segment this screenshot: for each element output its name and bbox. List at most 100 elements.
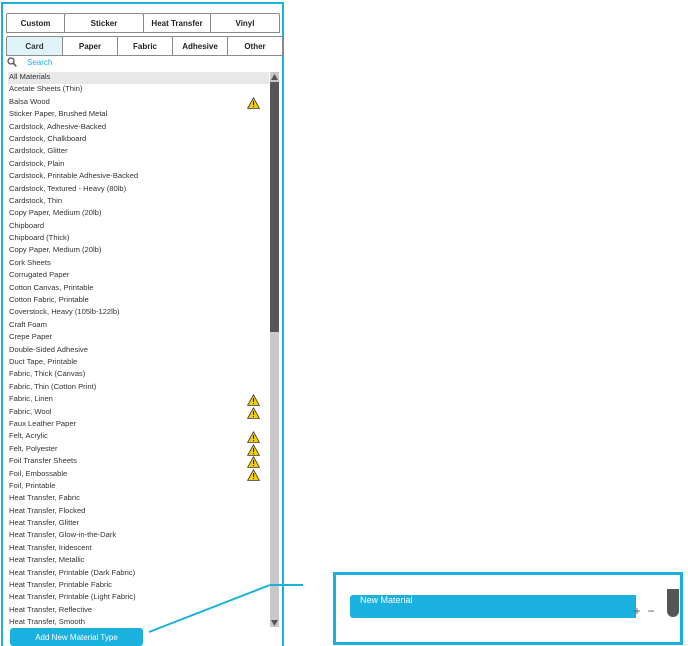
warning-icon: [247, 431, 260, 444]
tab-vinyl[interactable]: Vinyl: [210, 13, 280, 33]
material-item-label: Chipboard: [9, 220, 45, 230]
material-list-item[interactable]: Cardstock, Plain: [8, 159, 269, 171]
new-material-row[interactable]: New Material: [350, 595, 636, 618]
material-list-item[interactable]: Cardstock, Adhesive-Backed: [8, 122, 269, 134]
material-item-label: Heat Transfer, Fabric: [9, 493, 80, 503]
material-list-item[interactable]: Cardstock, Chalkboard: [8, 134, 269, 146]
material-list-scrollbar[interactable]: [270, 72, 279, 627]
material-item-label: Acetate Sheets (Thin): [9, 84, 83, 94]
new-material-controls: + −: [630, 605, 658, 617]
material-list-item[interactable]: Copy Paper, Medium (20lb): [8, 245, 269, 257]
material-list-item[interactable]: Foil Transfer Sheets: [8, 456, 269, 468]
material-item-label: Cotton Fabric, Printable: [9, 295, 89, 305]
warning-icon: [247, 394, 260, 406]
material-item-label: Double-Sided Adhesive: [9, 344, 88, 354]
material-list-item[interactable]: Craft Foam: [8, 320, 269, 332]
material-item-label: Felt, Polyester: [9, 443, 58, 453]
tab-card[interactable]: Card: [6, 36, 63, 56]
material-list-item[interactable]: Heat Transfer, Glitter: [8, 518, 269, 530]
material-item-label: Heat Transfer, Metallic: [9, 555, 85, 565]
material-item-label: Coverstock, Heavy (105lb-122lb): [9, 307, 120, 317]
material-list-item[interactable]: Heat Transfer, Printable (Light Fabric): [8, 592, 269, 604]
material-item-label: Cardstock, Thin: [9, 195, 63, 205]
material-list-item[interactable]: All Materials: [8, 72, 269, 85]
category-tabs-row-1: Custom Sticker Heat Transfer Vinyl: [6, 13, 280, 33]
material-item-label: Heat Transfer, Printable (Dark Fabric): [9, 567, 136, 577]
material-list-item[interactable]: Acetate Sheets (Thin): [8, 84, 269, 96]
tab-other[interactable]: Other: [227, 36, 283, 56]
tab-paper[interactable]: Paper: [62, 36, 118, 56]
tab-heat-transfer[interactable]: Heat Transfer: [143, 13, 211, 33]
material-item-label: Cotton Canvas, Printable: [9, 282, 94, 292]
material-item-label: Cardstock, Plain: [9, 158, 65, 168]
material-list-item[interactable]: Double-Sided Adhesive: [8, 345, 269, 357]
material-list-item[interactable]: Fabric, Wool: [8, 406, 269, 419]
material-list-item[interactable]: Heat Transfer, Printable Fabric: [8, 580, 269, 592]
material-list-item[interactable]: Chipboard: [8, 221, 269, 233]
material-list-item[interactable]: Heat Transfer, Smooth: [8, 617, 269, 627]
material-item-label: Foil Transfer Sheets: [9, 456, 77, 466]
material-item-label: Craft Foam: [9, 319, 47, 329]
material-list-item[interactable]: Foil, Embossable: [8, 468, 269, 481]
material-item-label: Fabric, Thin (Cotton Print): [9, 381, 97, 391]
tab-adhesive[interactable]: Adhesive: [172, 36, 228, 56]
material-list-item[interactable]: Faux Leather Paper: [8, 419, 269, 431]
material-item-label: Cardstock, Printable Adhesive-Backed: [9, 171, 139, 181]
material-item-label: Heat Transfer, Smooth: [9, 617, 85, 627]
material-list-item[interactable]: Cotton Fabric, Printable: [8, 295, 269, 307]
material-list-item[interactable]: Heat Transfer, Iridescent: [8, 543, 269, 555]
material-list-item[interactable]: Duct Tape, Printable: [8, 357, 269, 369]
material-item-label: Cardstock, Textured - Heavy (80lb): [9, 183, 127, 193]
material-list-item[interactable]: Felt, Polyester: [8, 443, 269, 456]
material-list-item[interactable]: Copy Paper, Medium (20lb): [8, 208, 269, 220]
material-item-label: Heat Transfer, Printable Fabric: [9, 580, 112, 590]
tab-fabric[interactable]: Fabric: [117, 36, 173, 56]
new-material-callout: New Material + −: [333, 572, 683, 645]
material-item-label: Balsa Wood: [9, 96, 50, 106]
callout-scrollbar-thumb[interactable]: [667, 589, 679, 617]
material-item-label: Heat Transfer, Glitter: [9, 518, 80, 528]
plus-icon[interactable]: +: [630, 605, 644, 617]
material-list-item[interactable]: Heat Transfer, Printable (Dark Fabric): [8, 568, 269, 580]
material-list-item[interactable]: Chipboard (Thick): [8, 233, 269, 245]
material-list-item[interactable]: Cardstock, Glitter: [8, 146, 269, 158]
material-list-item[interactable]: Sticker Paper, Brushed Metal: [8, 109, 269, 121]
material-list-item[interactable]: Crepe Paper: [8, 332, 269, 344]
new-material-label: New Material: [360, 595, 413, 605]
material-item-label: All Materials: [9, 72, 51, 81]
material-list-item[interactable]: Heat Transfer, Reflective: [8, 605, 269, 617]
tab-sticker[interactable]: Sticker: [64, 13, 144, 33]
scroll-up-arrow-icon[interactable]: [270, 72, 279, 81]
minus-icon[interactable]: −: [644, 605, 658, 617]
material-list-item[interactable]: Fabric, Thick (Canvas): [8, 369, 269, 381]
material-list-item[interactable]: Cork Sheets: [8, 258, 269, 270]
scroll-down-arrow-icon[interactable]: [270, 618, 279, 627]
material-list-item[interactable]: Foil, Printable: [8, 481, 269, 493]
search-icon: [7, 57, 17, 67]
material-list-item[interactable]: Cardstock, Thin: [8, 196, 269, 208]
material-list-item[interactable]: Cardstock, Printable Adhesive-Backed: [8, 171, 269, 183]
material-item-label: Foil, Printable: [9, 480, 56, 490]
tab-custom[interactable]: Custom: [6, 13, 65, 33]
material-item-label: Foil, Embossable: [9, 468, 68, 478]
add-new-material-type-button[interactable]: Add New Material Type: [10, 628, 143, 646]
material-list-item[interactable]: Cotton Canvas, Printable: [8, 283, 269, 295]
scrollbar-thumb[interactable]: [270, 82, 279, 332]
material-list-item[interactable]: Balsa Wood: [8, 96, 269, 109]
material-list-item[interactable]: Heat Transfer, Flocked: [8, 506, 269, 518]
material-item-label: Heat Transfer, Flocked: [9, 505, 86, 515]
material-list-item[interactable]: Fabric, Thin (Cotton Print): [8, 382, 269, 394]
material-list-item[interactable]: Fabric, Linen: [8, 394, 269, 406]
material-list-item[interactable]: Heat Transfer, Metallic: [8, 555, 269, 567]
material-list-item[interactable]: Felt, Acrylic: [8, 431, 269, 444]
material-list-item[interactable]: Heat Transfer, Glow-in-the-Dark: [8, 530, 269, 542]
search-input[interactable]: [27, 57, 227, 67]
material-item-label: Crepe Paper: [9, 332, 53, 342]
material-item-label: Felt, Acrylic: [9, 431, 48, 441]
material-item-label: Fabric, Linen: [9, 394, 53, 404]
material-item-label: Cardstock, Chalkboard: [9, 133, 87, 143]
material-list-item[interactable]: Cardstock, Textured - Heavy (80lb): [8, 184, 269, 196]
material-list-item[interactable]: Heat Transfer, Fabric: [8, 493, 269, 505]
material-list-item[interactable]: Coverstock, Heavy (105lb-122lb): [8, 307, 269, 319]
material-list-item[interactable]: Corrugated Paper: [8, 270, 269, 282]
